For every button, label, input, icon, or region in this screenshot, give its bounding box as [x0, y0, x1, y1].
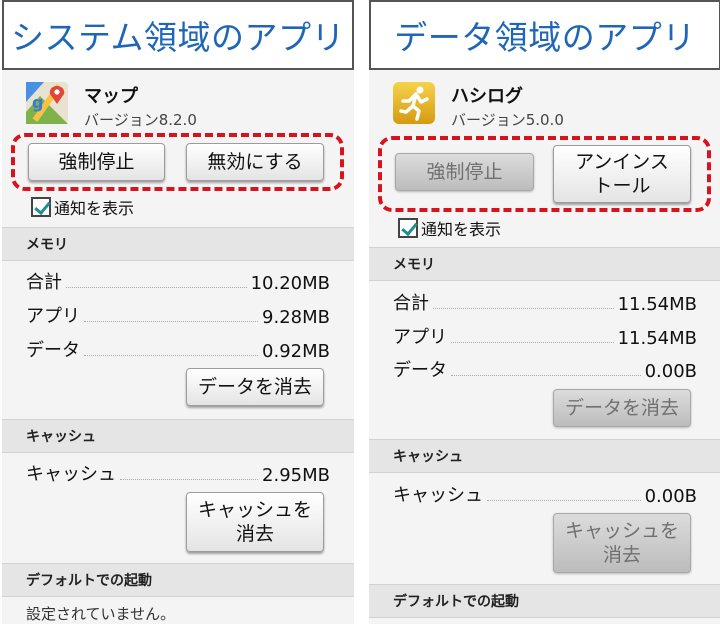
clear-cache-button[interactable]: キャッシュを 消去: [186, 492, 324, 552]
checkbox-checked-icon[interactable]: [31, 197, 51, 217]
google-maps-icon: g: [26, 82, 68, 124]
system-app-panel: システム領域のアプリ g マップ バージョン8.2.0 強制停止 無効にする 通…: [2, 0, 354, 624]
cache-header: キャッシュ: [2, 419, 354, 453]
notification-label: 通知を表示: [54, 199, 135, 218]
cache-row: キャッシュ 2.95MB: [26, 464, 330, 486]
data-app-panel: データ領域のアプリ ハシログ バージョン5.0.0 強制停止 アンインス トール…: [369, 0, 720, 624]
uninstall-button[interactable]: アンインス トール: [553, 145, 691, 203]
notification-label: 通知を表示: [421, 220, 502, 239]
app-name: ハシログ: [451, 86, 523, 107]
running-man-icon: [393, 82, 435, 124]
default-launch-header: デフォルトでの起動: [2, 563, 354, 597]
panel-title: システム領域のアプリ: [2, 0, 354, 70]
cache-header: キャッシュ: [369, 439, 720, 473]
checkbox-checked-icon[interactable]: [398, 218, 418, 238]
memory-row-data: データ 0.92MB: [26, 340, 330, 362]
clear-data-button[interactable]: データを消去: [553, 389, 691, 427]
default-launch-text: 設定されていません。: [26, 605, 176, 623]
cache-row: キャッシュ 0.00B: [393, 485, 697, 507]
memory-row-total: 合計 10.20MB: [26, 272, 330, 294]
force-stop-button[interactable]: 強制停止: [28, 143, 165, 181]
app-name: マップ: [84, 86, 138, 107]
memory-row-app: アプリ 9.28MB: [26, 306, 330, 328]
clear-cache-button[interactable]: キャッシュを 消去: [553, 513, 691, 573]
default-launch-header: デフォルトでの起動: [369, 584, 720, 618]
notification-toggle[interactable]: 通知を表示: [31, 195, 134, 219]
notification-toggle[interactable]: 通知を表示: [398, 216, 501, 240]
memory-row-data: データ 0.00B: [393, 360, 697, 382]
memory-row-app: アプリ 11.54MB: [393, 327, 697, 349]
app-version: バージョン8.2.0: [84, 111, 197, 129]
panel-title: データ領域のアプリ: [369, 0, 720, 70]
memory-row-total: 合計 11.54MB: [393, 293, 697, 315]
memory-header: メモリ: [2, 227, 354, 261]
disable-button[interactable]: 無効にする: [186, 143, 324, 181]
app-version: バージョン5.0.0: [451, 111, 564, 129]
force-stop-button[interactable]: 強制停止: [395, 153, 534, 191]
clear-data-button[interactable]: データを消去: [186, 368, 324, 406]
memory-header: メモリ: [369, 247, 720, 281]
svg-text:g: g: [32, 93, 43, 112]
